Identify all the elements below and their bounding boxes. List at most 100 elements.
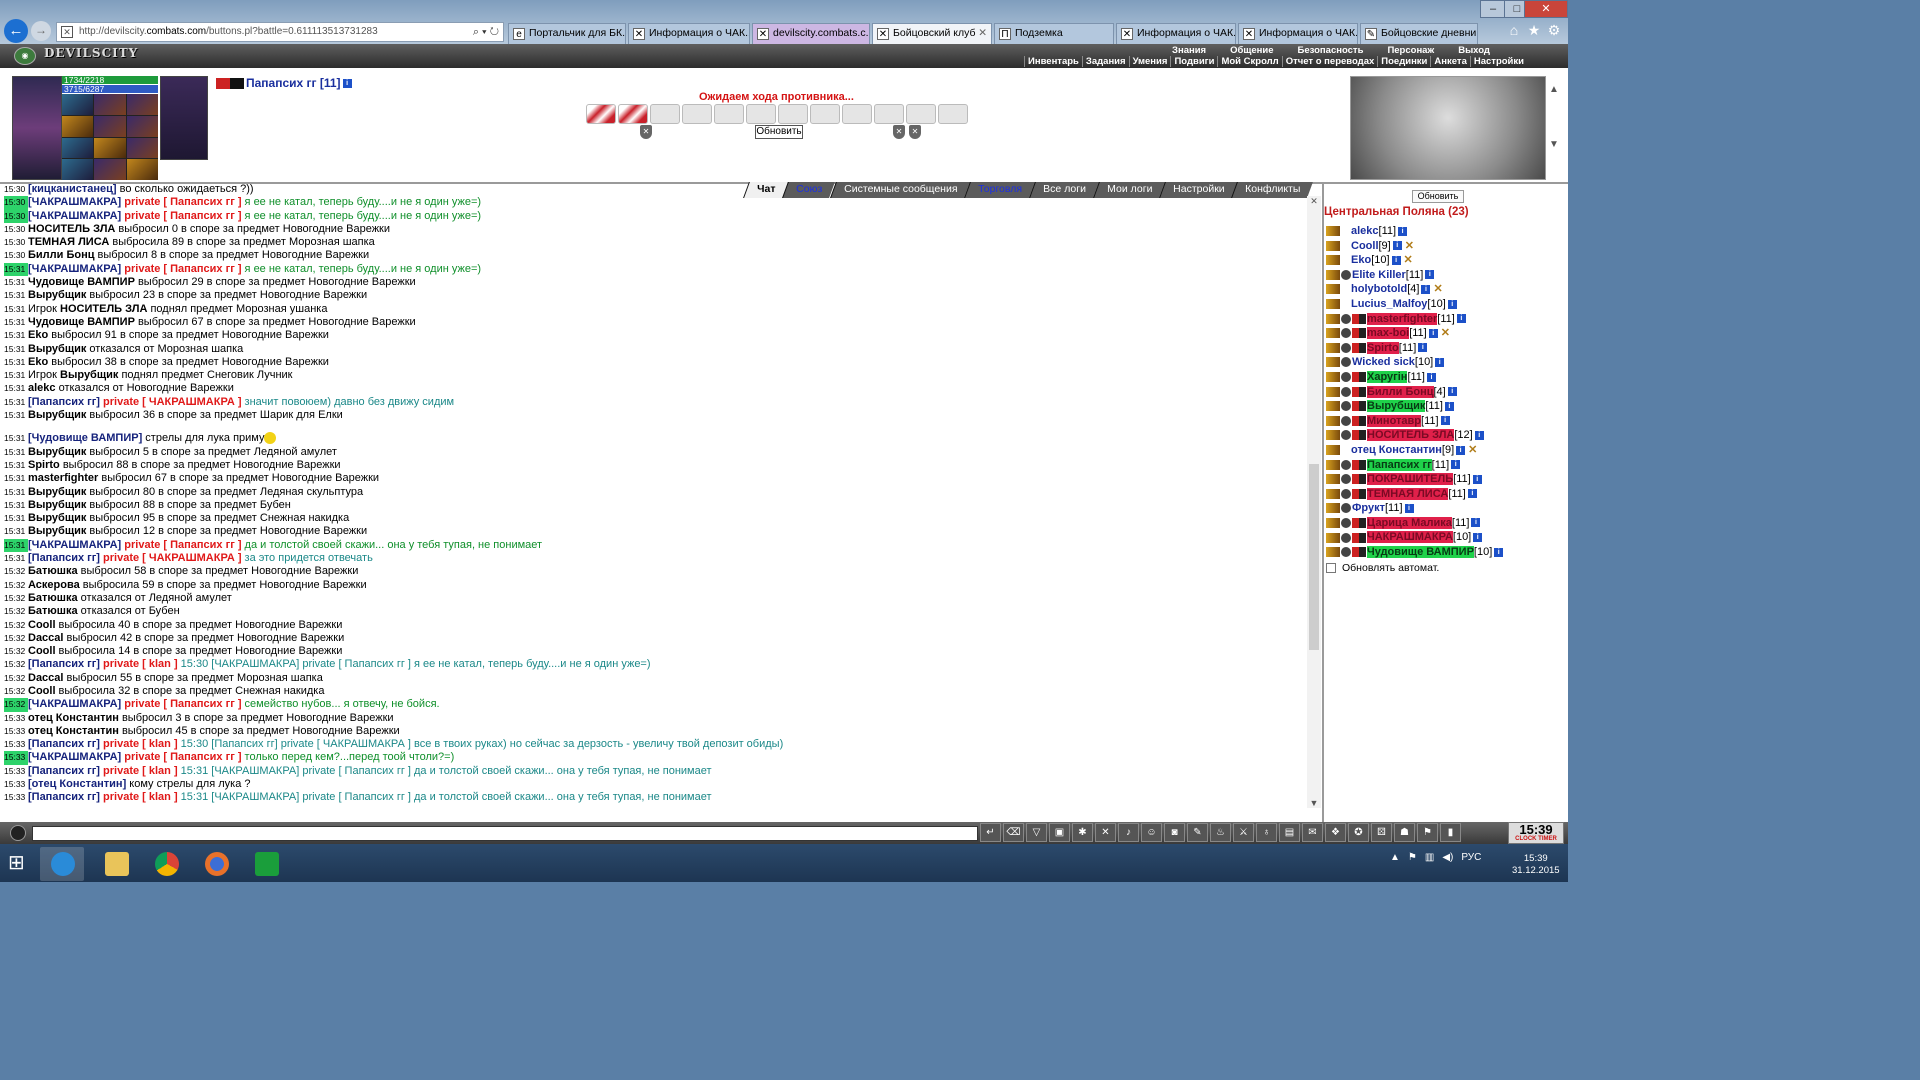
checkbox[interactable] [1326, 563, 1336, 574]
info-icon[interactable]: i [1456, 314, 1466, 324]
info-icon[interactable]: i [1471, 518, 1481, 528]
chat-tab[interactable]: Все логи [1028, 182, 1099, 198]
info-icon[interactable]: i [1426, 372, 1436, 382]
message-author[interactable]: [ЧАКРАШМАКРА] [28, 263, 121, 275]
info-icon[interactable]: i [1425, 270, 1435, 280]
private-target[interactable]: private [ klan ] [100, 738, 178, 750]
player-name[interactable]: ЧАКРАШМАКРА [1367, 531, 1453, 544]
private-target[interactable]: private [ klan ] [100, 658, 178, 670]
message-author[interactable]: [Папапсих гг] [28, 552, 100, 564]
player-row[interactable]: Харугiн[11] i [1326, 370, 1566, 385]
info-icon[interactable]: i [342, 79, 352, 89]
info-icon[interactable]: i [1472, 474, 1482, 484]
language-indicator[interactable]: РУС [1461, 852, 1481, 863]
save-icon[interactable]: ▣ [1049, 823, 1070, 842]
item-slot[interactable] [126, 94, 158, 115]
filter-icon[interactable]: ▽ [1026, 823, 1047, 842]
message-author[interactable]: [ЧАКРАШМАКРА] [28, 751, 121, 763]
tray-flag-icon[interactable]: ⚑ [1408, 852, 1417, 863]
player-name[interactable]: Wicked sick [1352, 356, 1415, 368]
item-slot[interactable] [62, 115, 94, 137]
menu-bottom-item[interactable]: Мой Скролл [1217, 56, 1281, 67]
player-row[interactable]: Чудовище ВАМПИР[10] i [1326, 545, 1566, 560]
player-row[interactable]: Папапсих гг[11] i [1326, 458, 1566, 473]
taskbar-firefox[interactable] [194, 847, 238, 881]
player-row[interactable]: Elite Killer[11] i [1326, 268, 1566, 283]
action-slot[interactable] [682, 104, 712, 124]
action-slot[interactable] [938, 104, 968, 124]
player-name[interactable]: holybotold [1351, 283, 1407, 295]
info-icon[interactable]: i [1473, 533, 1483, 543]
refresh-battle-button[interactable]: Обновить [755, 125, 803, 139]
player-row[interactable]: ТЕМНАЯ ЛИСА[11] i [1326, 487, 1566, 502]
menu-bottom-item[interactable]: Поединки [1377, 56, 1430, 67]
send-icon[interactable]: ↵ [980, 823, 1001, 842]
private-target[interactable]: private [ Папапсих гг ] [121, 539, 241, 551]
player-row[interactable]: alekc[11] i [1326, 224, 1566, 239]
character-name[interactable]: Папапсих гг [11] i [216, 76, 352, 90]
tray-arrow-icon[interactable]: ▲ [1390, 852, 1400, 863]
message-author[interactable]: [ЧАКРАШМАКРА] [28, 210, 121, 222]
browser-tab[interactable]: ✎ Бойцовские дневни... [1360, 23, 1478, 44]
scroll-up-icon[interactable]: ✕ [1307, 196, 1321, 207]
close-tab-icon[interactable]: ✕ [978, 24, 987, 43]
player-name[interactable]: masterfighter [1367, 312, 1438, 325]
network-icon[interactable]: ▥ [1425, 852, 1434, 863]
info-icon[interactable]: i [1398, 226, 1408, 236]
menu-top-item[interactable]: Безопасность [1298, 45, 1364, 56]
info-icon[interactable]: i [1451, 460, 1461, 470]
menu-bottom-item[interactable]: Умения [1128, 56, 1171, 67]
action-slot[interactable] [778, 104, 808, 124]
action-icon[interactable]: ✱ [1072, 823, 1093, 842]
volume-icon[interactable]: ◀) [1442, 852, 1453, 863]
menu-top-item[interactable]: Персонаж [1387, 45, 1434, 56]
tool-icon[interactable]: ✎ [1187, 823, 1208, 842]
item-slot[interactable] [62, 159, 94, 180]
item-slot[interactable] [126, 137, 158, 159]
player-name[interactable]: Elite Killer [1352, 269, 1406, 281]
message-author[interactable]: [Папапсих гг] [28, 791, 100, 803]
private-target[interactable]: private [ ЧАКРАШМАКРА ] [100, 396, 241, 408]
private-target[interactable]: private [ Папапсих гг ] [121, 196, 241, 208]
item-slot[interactable] [62, 137, 94, 159]
player-name[interactable]: Минотавр [1367, 414, 1422, 427]
browser-tab[interactable]: ✕ Информация о ЧАК... [1238, 23, 1358, 44]
potion-icon[interactable]: ♨ [1210, 823, 1231, 842]
player-name[interactable]: alekc [1351, 225, 1379, 237]
scroll-down-icon[interactable]: ▼ [1307, 798, 1321, 808]
windows-start-icon[interactable]: ⊞ [8, 852, 32, 876]
player-row[interactable]: Cooll[9] i ✕ [1326, 239, 1566, 254]
chat-tab[interactable]: Союз [782, 182, 836, 198]
player-name[interactable]: ТЕМНАЯ ЛИСА [1367, 487, 1449, 500]
info-icon[interactable]: i [1421, 284, 1431, 294]
player-name[interactable]: Чудовище ВАМПИР [1367, 546, 1474, 559]
chat-tab[interactable]: Торговля [963, 182, 1035, 198]
menu-bottom-item[interactable]: Настройки [1469, 56, 1527, 67]
chat-input[interactable] [32, 826, 978, 841]
action-slot[interactable] [650, 104, 680, 124]
taskbar-store[interactable] [244, 847, 288, 881]
player-row[interactable]: masterfighter[11] i [1326, 312, 1566, 327]
menu-bottom-item[interactable]: Инвентарь [1024, 56, 1082, 67]
action-slot[interactable] [842, 104, 872, 124]
sound-icon[interactable]: ♪ [1118, 823, 1139, 842]
browser-tab[interactable]: ✕ devilscity.combats.c... [752, 23, 870, 44]
chat-tab[interactable]: Конфликты [1231, 182, 1314, 198]
forward-button[interactable]: → [31, 21, 51, 41]
player-row[interactable]: Царица Малика[11] i [1326, 516, 1566, 531]
player-row[interactable]: ЧАКРАШМАКРА[10] i [1326, 530, 1566, 545]
eraser-icon[interactable]: ⌫ [1003, 823, 1024, 842]
player-name[interactable]: Spirto [1367, 341, 1399, 354]
player-row[interactable]: ПОКРАШИТЕЛЬ[11] i [1326, 472, 1566, 487]
menu-bottom-item[interactable]: Отчет о переводах [1281, 56, 1378, 67]
mute-icon[interactable]: ✕ [1095, 823, 1116, 842]
player-row[interactable]: max-boi[11] i ✕ [1326, 326, 1566, 341]
player-name[interactable]: Папапсих гг [1367, 458, 1432, 471]
player-name[interactable]: Харугiн [1367, 370, 1408, 383]
player-avatar[interactable] [12, 76, 62, 180]
action-slot[interactable] [618, 104, 648, 124]
dice-icon[interactable]: ⚄ [1371, 823, 1392, 842]
info-icon[interactable]: i [1440, 416, 1450, 426]
chat-tab[interactable]: Мои логи [1092, 182, 1165, 198]
message-author[interactable]: [Папапсих гг] [28, 658, 100, 670]
